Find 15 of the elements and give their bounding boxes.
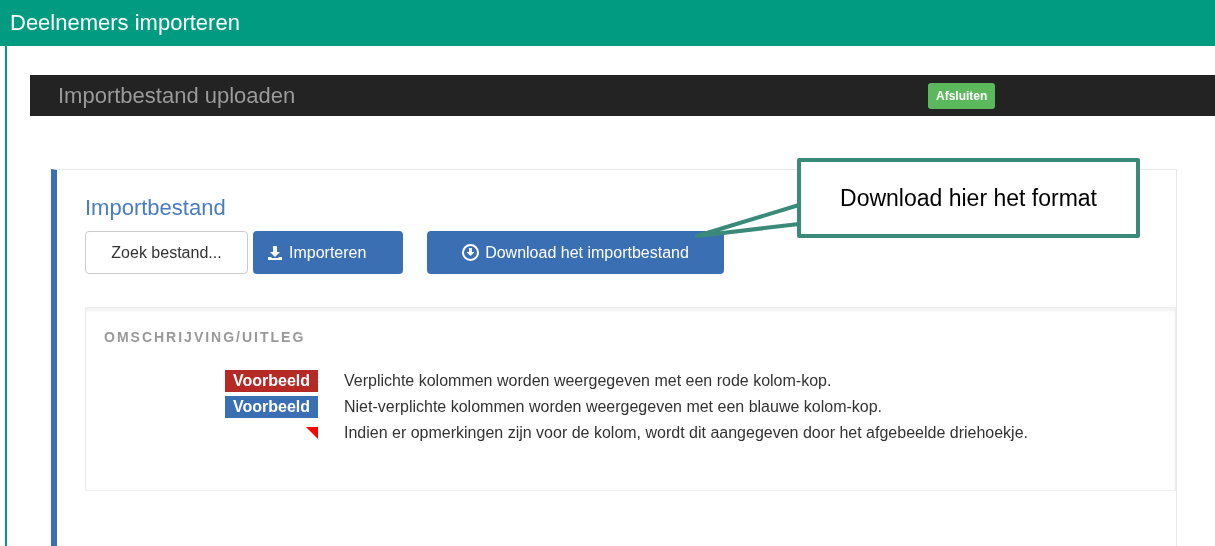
window-title: Deelnemers importeren: [10, 10, 240, 36]
legend-text: Niet-verplichte kolommen worden weergegeven met een blauwe kolom-kop.: [344, 398, 883, 416]
example-badge: Voorbeeld: [224, 396, 318, 418]
card-title: Importbestand: [85, 195, 226, 221]
download-icon: [267, 244, 283, 261]
toolbar-title: Importbestand uploaden: [58, 82, 297, 109]
download-button[interactable]: Download het importbestand: [427, 231, 724, 274]
section-heading: OMSCHRIJVING/UITLEG: [104, 329, 307, 345]
callout-text: Download hier het format: [840, 184, 1097, 212]
legend-text: Verplichte kolommen worden weergegeven met een rode kolom-kop.: [344, 372, 832, 390]
example-badge: Voorbeeld: [224, 370, 318, 392]
legend-text: Indien er opmerkingen zijn voor de kolom, wordt dit aangegeven door het afgebeelde driehoekje.: [344, 424, 1028, 442]
download-circle-icon: [462, 244, 480, 261]
file-button[interactable]: Zoek bestand...: [85, 231, 248, 274]
import-button[interactable]: Importeren: [253, 231, 403, 274]
